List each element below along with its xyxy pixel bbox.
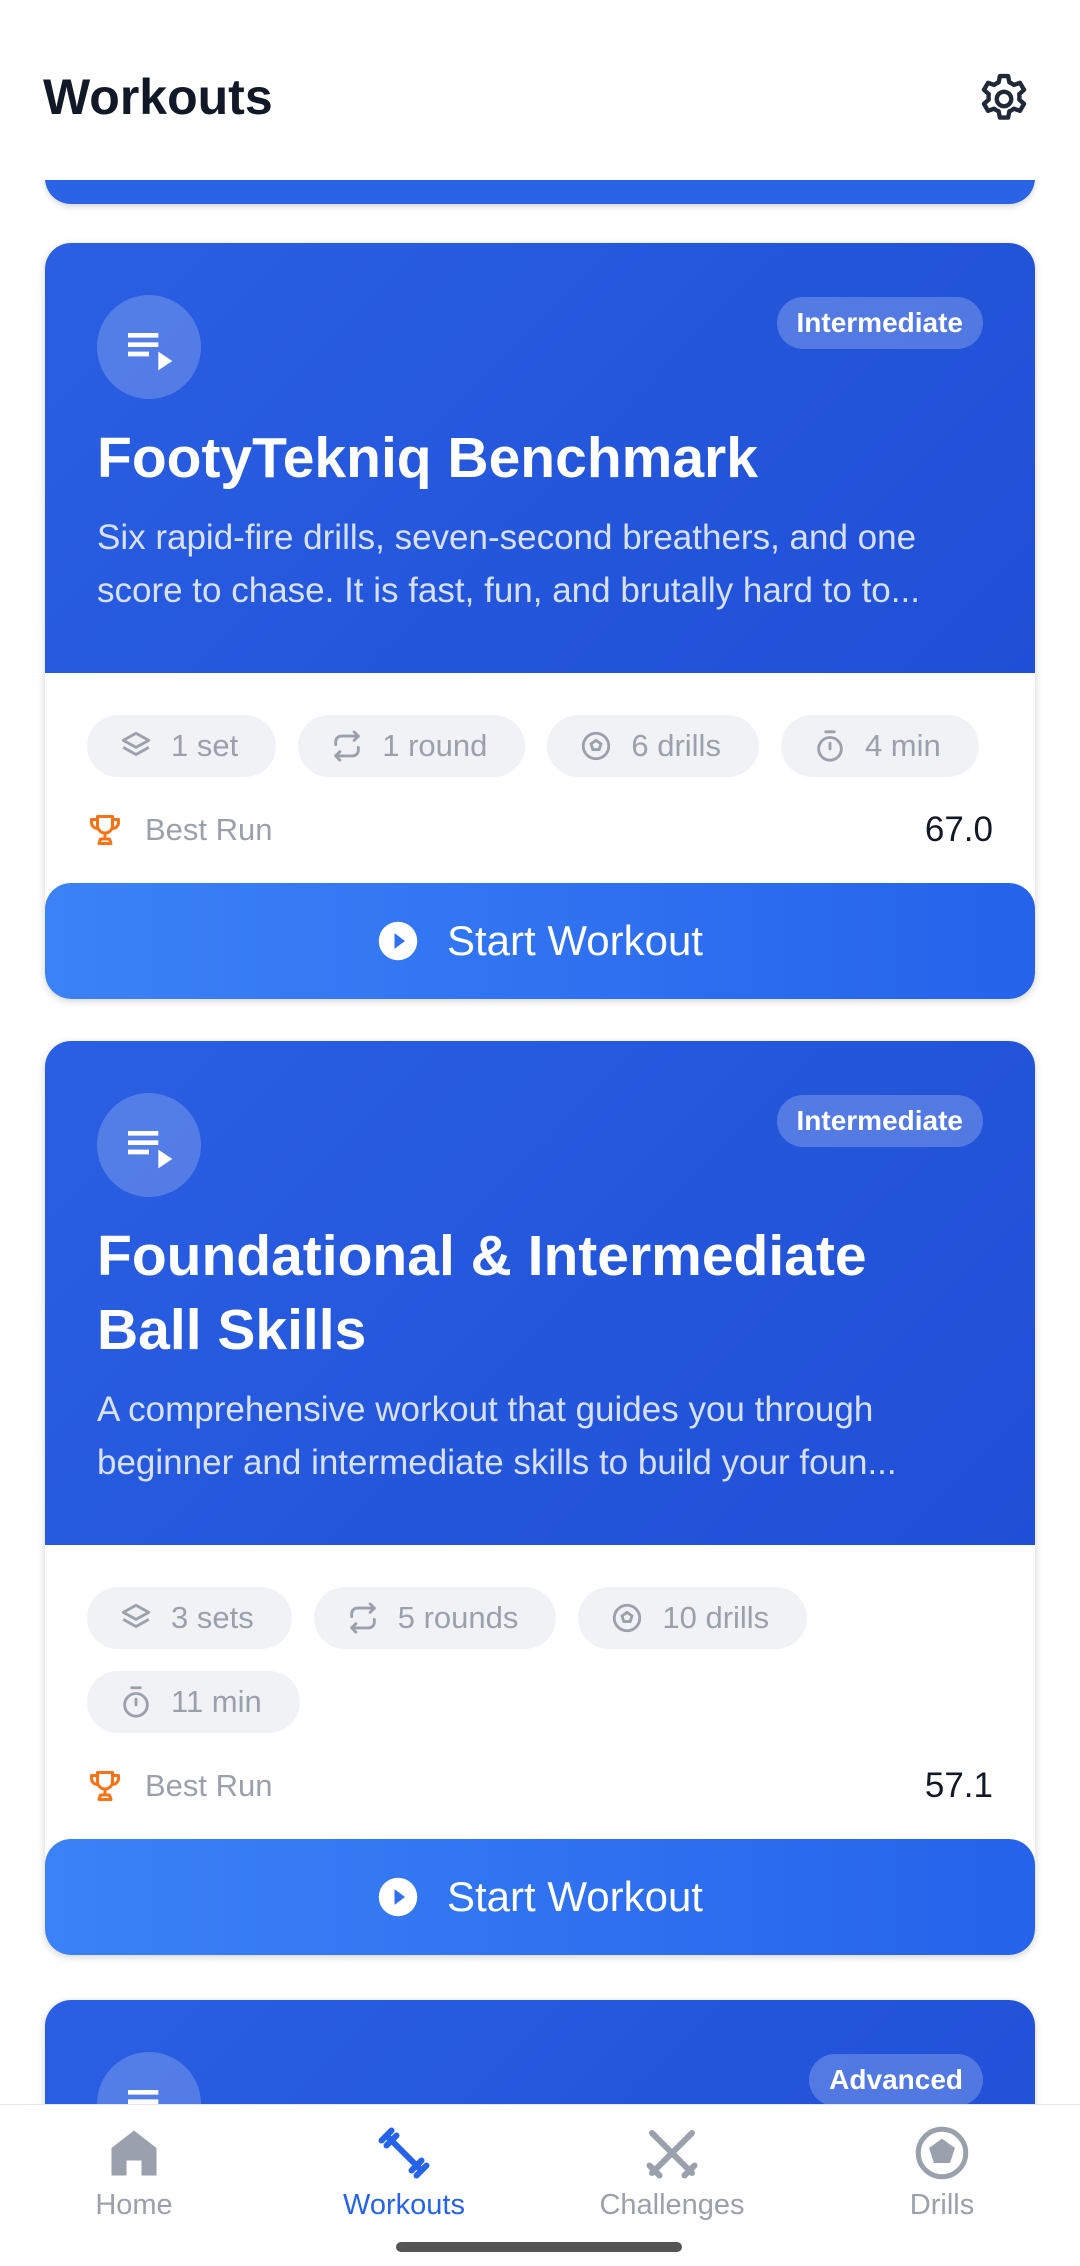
crossed-swords-icon [646, 2130, 698, 2179]
level-badge: Intermediate [776, 297, 983, 349]
sets-chip: 3 sets [87, 1587, 292, 1649]
page-title: Workouts [43, 69, 273, 125]
settings-gear-icon[interactable] [975, 70, 1033, 128]
workout-stats: 3 sets 5 rounds 10 drills 11 min [45, 1545, 1035, 1733]
rounds-label: 5 rounds [397, 1600, 519, 1635]
best-run-label: Best Run [145, 1768, 273, 1803]
home-indicator[interactable] [396, 2242, 682, 2252]
soccer-ball-icon [613, 1603, 642, 1633]
start-workout-label: Start Workout [447, 1873, 703, 1920]
duration-label: 11 min [171, 1684, 262, 1719]
card-hero: Intermediate FootyTekniq Benchmark Six r… [45, 243, 1035, 673]
workout-stats: 1 set 1 round 6 drills 4 min [45, 673, 1035, 777]
dumbbell-icon [378, 2127, 430, 2179]
trophy-icon [90, 815, 120, 845]
workout-card[interactable]: Intermediate Foundational & Intermediate… [45, 1041, 1035, 1955]
playlist-icon [97, 295, 201, 399]
rounds-chip: 5 rounds [313, 1587, 557, 1649]
best-run-score: 67.0 [924, 810, 993, 849]
start-workout-button[interactable]: Start Workout [45, 883, 1035, 999]
trophy-icon [90, 1771, 120, 1801]
duration-chip: 11 min [87, 1671, 300, 1733]
repeat-icon [334, 730, 360, 762]
sets-label: 1 set [171, 728, 239, 763]
sets-chip: 1 set [87, 715, 277, 777]
best-run-label: Best Run [145, 812, 273, 847]
level-badge: Intermediate [776, 1095, 983, 1147]
best-run-score: 57.1 [924, 1766, 993, 1805]
level-badge: Advanced [809, 2054, 983, 2106]
tab-challenges[interactable]: Challenges [562, 2123, 782, 2222]
timer-icon [123, 1686, 149, 1718]
layers-icon [121, 731, 151, 756]
play-circle-icon [378, 1877, 418, 1917]
tab-label: Workouts [343, 2189, 465, 2221]
workout-feed[interactable]: Intermediate FootyTekniq Benchmark Six r… [0, 0, 1080, 2266]
bottom-tab-bar: Home Workouts Challenges Drills [0, 2104, 1080, 2266]
workout-title: Foundational & Intermediate Ball Skills [97, 1224, 867, 1362]
playlist-icon [97, 1093, 201, 1197]
layers-icon [121, 1603, 151, 1628]
tab-label: Home [95, 2189, 173, 2221]
workout-title: FootyTekniq Benchmark [97, 426, 758, 490]
soccer-ball-icon [915, 2126, 969, 2180]
rounds-chip: 1 round [298, 715, 526, 777]
card-hero: Intermediate Foundational & Intermediate… [45, 1041, 1035, 1545]
tab-workouts[interactable]: Workouts [294, 2123, 514, 2222]
tab-drills[interactable]: Drills [832, 2123, 1052, 2222]
drills-label: 6 drills [631, 728, 721, 763]
workout-description: A comprehensive workout that guides you … [97, 1390, 897, 1482]
app-header: Workouts [0, 0, 1080, 180]
tab-label: Challenges [599, 2189, 745, 2221]
tab-label: Drills [909, 2189, 975, 2221]
duration-chip: 4 min [780, 715, 979, 777]
drills-label: 10 drills [662, 1600, 770, 1635]
play-circle-icon [378, 921, 418, 961]
timer-icon [817, 730, 843, 762]
home-icon [111, 2130, 157, 2176]
workout-card[interactable]: Intermediate FootyTekniq Benchmark Six r… [45, 243, 1035, 999]
best-run-row: Best Run 67.0 [45, 799, 1035, 861]
start-workout-label: Start Workout [447, 917, 703, 964]
sets-label: 3 sets [171, 1600, 254, 1635]
best-run-row: Best Run 57.1 [45, 1755, 1035, 1817]
repeat-icon [349, 1602, 376, 1634]
start-workout-button[interactable]: Start Workout [45, 1839, 1035, 1955]
duration-label: 4 min [864, 728, 941, 763]
soccer-ball-icon [582, 731, 611, 761]
rounds-label: 1 round [382, 728, 488, 763]
drills-chip: 6 drills [547, 715, 759, 777]
workouts-screen: Intermediate FootyTekniq Benchmark Six r… [0, 0, 1080, 2266]
workout-description: Six rapid-fire drills, seven-second brea… [97, 518, 920, 610]
tab-home[interactable]: Home [24, 2123, 244, 2222]
drills-chip: 10 drills [578, 1587, 808, 1649]
